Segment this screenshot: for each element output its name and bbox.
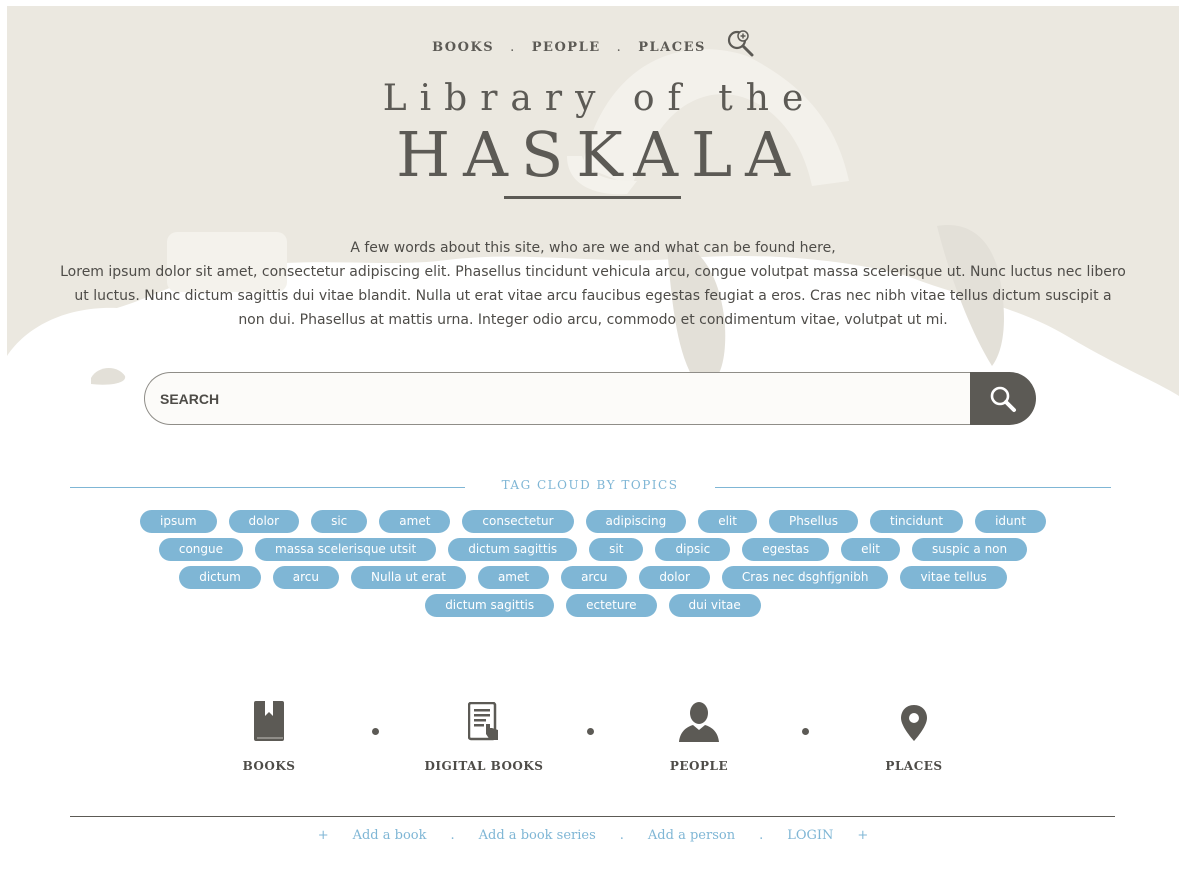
title-underline (504, 196, 681, 199)
nav-separator: . (510, 39, 516, 55)
category-separator (372, 728, 379, 735)
tag-pill[interactable]: elit (841, 538, 900, 561)
tag-pill[interactable]: amet (477, 566, 550, 589)
tag-pill[interactable]: dui vitae (668, 594, 761, 617)
category-row: BOOKS DIGITAL BOOKS PEOPLE PLACES (0, 690, 1186, 780)
add-book-link[interactable]: Add a book (353, 828, 427, 843)
add-book-series-link[interactable]: Add a book series (479, 828, 596, 843)
tag-pill[interactable]: dolor (639, 566, 710, 589)
tag-pill[interactable]: idunt (975, 510, 1046, 533)
tag-cloud-header: TAG CLOUD BY TOPICS (70, 478, 1111, 498)
tag-pill[interactable]: arcu (561, 566, 628, 589)
tag-pill[interactable]: tincidunt (869, 510, 964, 533)
search-button[interactable] (970, 372, 1036, 425)
tag-cloud-heading: TAG CLOUD BY TOPICS (501, 478, 679, 492)
footer-links: + Add a book . Add a book series . Add a… (0, 828, 1186, 843)
tag-row: ipsum dolor sic amet consectetur adipiscing el… (0, 510, 1186, 533)
category-label: DIGITAL BOOKS (424, 759, 544, 773)
search-plus-icon[interactable] (726, 29, 754, 61)
intro-body: Lorem ipsum dolor sit amet, consectetur … (60, 264, 1126, 328)
tag-pill[interactable]: elit (698, 510, 757, 533)
tag-row: dictum arcu Nulla ut erat amet arcu dolor Cras… (0, 566, 1186, 589)
tag-pill[interactable]: dictum sagittis (448, 538, 578, 561)
footer-separator: . (759, 828, 764, 843)
category-separator (587, 728, 594, 735)
tag-row: dictum sagittis ecteture dui vitae (0, 594, 1186, 617)
digital-book-icon (468, 702, 498, 741)
site-title-line1: Library of the (382, 78, 817, 119)
nav-separator: . (616, 39, 623, 55)
tag-pill[interactable]: consectetur (462, 510, 574, 533)
plus-icon: + (317, 828, 329, 843)
person-icon (679, 702, 719, 742)
tag-pill[interactable]: adipiscing (585, 510, 687, 533)
tag-pill[interactable]: massa scelerisque utsit (255, 538, 437, 561)
intro-text: A few words about this site, who are we … (60, 236, 1126, 332)
category-label: PEOPLE (669, 759, 729, 773)
nav-books-link[interactable]: BOOKS (432, 40, 494, 55)
tag-pill[interactable]: suspic a non (911, 538, 1028, 561)
tag-pill[interactable]: amet (379, 510, 451, 533)
top-nav: BOOKS . PEOPLE . PLACES (0, 30, 1186, 61)
tag-pill[interactable]: Nulla ut erat (351, 566, 466, 589)
tag-pill[interactable]: Cras nec dsghfjgnibh (721, 566, 889, 589)
tag-pill[interactable]: dictum sagittis (425, 594, 555, 617)
tag-pill[interactable]: sit (589, 538, 644, 561)
category-digital-books[interactable]: DIGITAL BOOKS (384, 690, 584, 773)
map-pin-icon (901, 705, 927, 741)
category-people[interactable]: PEOPLE (599, 690, 799, 773)
tag-pill[interactable]: congue (158, 538, 244, 561)
nav-people-link[interactable]: PEOPLE (532, 40, 601, 55)
login-link[interactable]: LOGIN (787, 828, 833, 843)
category-separator (802, 728, 809, 735)
footer-divider (70, 816, 1115, 817)
footer-separator: . (619, 828, 624, 843)
tag-pill[interactable]: sic (311, 510, 368, 533)
tag-pill[interactable]: Phsellus (768, 510, 858, 533)
nav-places-link[interactable]: PLACES (638, 40, 706, 55)
tag-pill[interactable]: ecteture (566, 594, 657, 617)
category-label: BOOKS (242, 759, 296, 773)
divider (715, 487, 1111, 488)
divider (70, 487, 465, 488)
plus-icon: + (857, 828, 869, 843)
search-input[interactable] (144, 372, 970, 425)
category-places[interactable]: PLACES (814, 690, 1014, 773)
intro-heading: A few words about this site, who are we … (350, 240, 836, 256)
tag-pill[interactable]: dictum (179, 566, 261, 589)
tag-pill[interactable]: vitae tellus (900, 566, 1007, 589)
tag-pill[interactable]: egestas (742, 538, 830, 561)
category-books[interactable]: BOOKS (169, 690, 369, 773)
site-title-line2: HASKALA (396, 118, 803, 191)
add-person-link[interactable]: Add a person (648, 828, 735, 843)
tag-row: congue massa scelerisque utsit dictum sagi… (0, 538, 1186, 561)
search-bar (144, 372, 1036, 425)
tag-pill[interactable]: dolor (228, 510, 300, 533)
category-label: PLACES (885, 759, 943, 773)
tag-pill[interactable]: ipsum (140, 510, 217, 533)
footer-separator: . (450, 828, 455, 843)
search-icon (990, 386, 1016, 412)
tag-pill[interactable]: dipsic (655, 538, 731, 561)
book-icon (254, 701, 284, 741)
tag-pill[interactable]: arcu (272, 566, 340, 589)
